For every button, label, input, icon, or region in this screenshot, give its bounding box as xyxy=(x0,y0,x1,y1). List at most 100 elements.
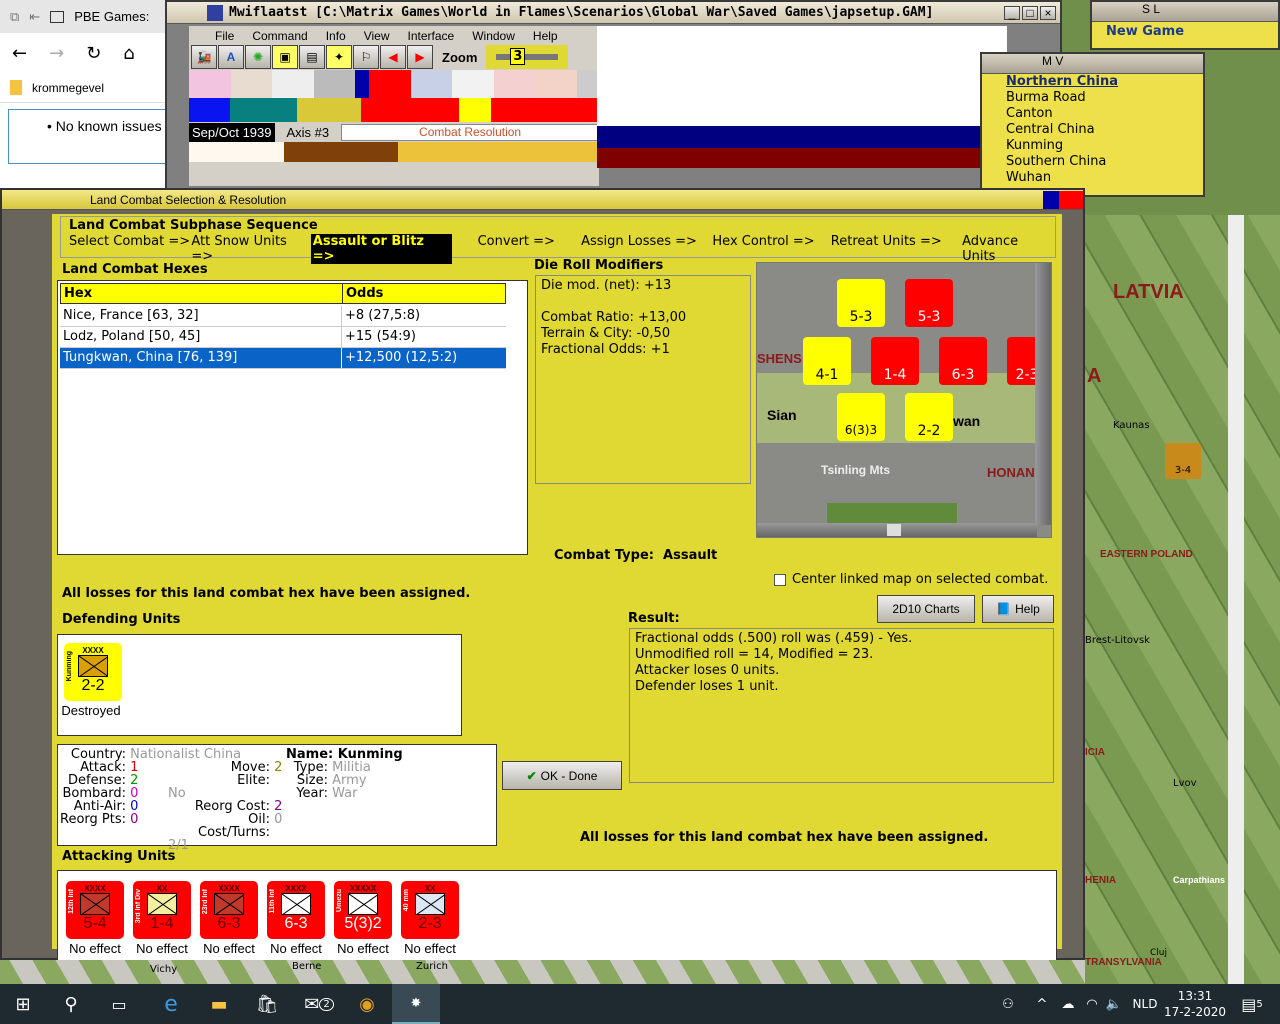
map-counter[interactable]: 3-4 xyxy=(1165,443,1201,479)
menu-file[interactable]: File xyxy=(215,29,234,44)
map-label: LATVIA xyxy=(1113,281,1184,303)
notifications-icon[interactable]: ▤ 5 xyxy=(1234,984,1270,1024)
scrollbar[interactable] xyxy=(1228,215,1244,985)
start-icon[interactable]: ⊞ xyxy=(0,984,46,1024)
col-odds[interactable]: Odds xyxy=(343,284,386,303)
charts-button[interactable]: 2D10 Charts xyxy=(877,595,975,623)
font-icon[interactable]: A xyxy=(218,45,244,69)
people-icon[interactable]: ⚇ xyxy=(995,984,1021,1024)
language-indicator[interactable]: NLD xyxy=(1128,984,1162,1024)
back-icon[interactable]: ← xyxy=(12,43,27,64)
map-counter[interactable]: 2-2 xyxy=(905,393,953,441)
col-hex[interactable]: Hex xyxy=(61,284,343,303)
ok-label: OK - Done xyxy=(540,768,598,783)
clock[interactable]: 13:31 17-2-2020 xyxy=(1160,984,1230,1024)
home-icon[interactable]: ⌂ xyxy=(123,43,134,64)
table-row[interactable]: Nice, France [63, 32] +8 (27,5:8) xyxy=(60,306,506,327)
attacker-counter[interactable]: XXXX 12th Inf 5-4 xyxy=(66,881,124,939)
back-tab-icon[interactable]: ⇤ xyxy=(29,9,40,25)
menu-interface[interactable]: Interface xyxy=(408,29,455,44)
tabs-icon[interactable]: ⧉ xyxy=(10,9,19,25)
counter-icon[interactable]: ▣ xyxy=(272,45,298,69)
table-row-selected[interactable]: Tungkwan, China [76, 139] +12,500 (12,5:2… xyxy=(60,348,506,369)
defender-counter[interactable]: XXXX Kunming 2-2 xyxy=(64,643,122,701)
zoom-value[interactable]: 3 xyxy=(510,48,526,65)
attacker-counter[interactable]: XXXX 11th Inf 6-3 xyxy=(267,881,325,939)
attacker-counter[interactable]: XXXXX Umezu 5(3)2 xyxy=(334,881,392,939)
arrow-right-icon[interactable]: ▶ xyxy=(407,45,433,69)
map-strip[interactable]: Vichy Berne Zurich xyxy=(0,960,1085,984)
losses-message: All losses for this land combat hex have… xyxy=(62,586,471,601)
background-map[interactable]: LATVIA A Kaunas EASTERN POLAND Brest-Lit… xyxy=(1085,215,1280,985)
browser-window: ⧉ ⇤ PBE Games: ← → ↻ ⌂ krommegevel • No know… xyxy=(0,0,168,190)
maximize-button[interactable]: □ xyxy=(1022,5,1038,20)
map-counter[interactable]: 4-1 xyxy=(803,337,851,385)
menu-window[interactable]: Window xyxy=(472,29,515,44)
scenario-item[interactable]: Kunming xyxy=(1006,138,1203,154)
edge-icon[interactable]: e xyxy=(148,984,194,1024)
attacker-counter[interactable]: XX 40 mm 2-3 xyxy=(401,881,459,939)
drm-box: Die mod. (net): +13 Combat Ratio: +13,00… xyxy=(535,275,751,484)
zoom-label: Zoom xyxy=(442,49,478,65)
mail-icon[interactable]: ✉ 2 xyxy=(296,984,342,1024)
losses-message-2: All losses for this land combat hex have… xyxy=(580,830,989,845)
attacker-counter[interactable]: XXXX 23rd Inf 6-3 xyxy=(200,881,258,939)
map-counter[interactable]: 5-3 xyxy=(905,279,953,327)
infantry-symbol-icon xyxy=(348,893,378,915)
search-icon[interactable]: ⚲ xyxy=(48,984,94,1024)
scenario-item[interactable]: Central China xyxy=(1006,122,1203,138)
cloud-icon[interactable]: ☁ xyxy=(1056,984,1080,1024)
counter-stack-icon[interactable]: ▤ xyxy=(299,45,325,69)
menu-help[interactable]: Help xyxy=(533,29,558,44)
arrow-left-icon[interactable]: ◀ xyxy=(380,45,406,69)
scenario-item[interactable]: Northern China xyxy=(1006,74,1203,90)
menu-view[interactable]: View xyxy=(364,29,390,44)
map-counter[interactable]: 1-4 xyxy=(871,337,919,385)
game-taskbar-icon[interactable]: ✸ xyxy=(392,984,440,1024)
browser-tab[interactable]: PBE Games: xyxy=(74,9,149,24)
help-button[interactable]: 📘 Help xyxy=(982,595,1054,623)
mv-window: M V Northern China Burma Road Canton Cen… xyxy=(980,52,1205,197)
map-counter[interactable]: 5-3 xyxy=(837,279,885,327)
refresh-icon[interactable]: ↻ xyxy=(86,43,101,64)
map-vscroll[interactable] xyxy=(1035,263,1051,525)
hex-table[interactable]: Hex Odds Nice, France [63, 32] +8 (27,5:8)… xyxy=(57,280,528,555)
help-label: Help xyxy=(1015,602,1040,616)
scenario-item[interactable]: Burma Road xyxy=(1006,90,1203,106)
menu-command[interactable]: Command xyxy=(252,29,307,44)
attacker-counter[interactable]: XX 3rd Inf Div 1-4 xyxy=(133,881,191,939)
ok-done-button[interactable]: ✔ OK - Done xyxy=(502,761,622,790)
store-icon[interactable]: 🛍 xyxy=(244,984,290,1024)
scenario-item[interactable]: Southern China xyxy=(1006,154,1203,170)
combat-map[interactable]: SHENS Sian wan Tsinling Mts HONAN 5-3 5-… xyxy=(756,262,1052,538)
infantry-symbol-icon xyxy=(214,893,244,915)
map-counter[interactable]: 6-3 xyxy=(939,337,987,385)
wifi-icon[interactable]: ◠ xyxy=(1082,984,1102,1024)
show-hidden-icon[interactable]: ^ xyxy=(1032,984,1052,1024)
center-map-checkbox[interactable] xyxy=(774,573,786,586)
flag-icon[interactable]: ⚐ xyxy=(353,45,379,69)
close-button[interactable]: × xyxy=(1040,5,1056,20)
map-counter[interactable]: 6(3)3 xyxy=(837,393,885,441)
task-view-icon[interactable]: ▭ xyxy=(96,984,142,1024)
result-line: Unmodified roll = 14, Modified = 23. xyxy=(635,647,874,662)
table-row[interactable]: Lodz, Poland [50, 45] +15 (54:9) xyxy=(60,327,506,348)
train-icon[interactable]: 🚂 xyxy=(191,45,217,69)
unit-strength: 5-4 xyxy=(83,915,107,932)
chrome-icon[interactable]: ◉ xyxy=(344,984,390,1024)
bookmark[interactable]: krommegevel xyxy=(32,81,104,95)
bulb-icon[interactable]: ✦ xyxy=(326,45,352,69)
explorer-icon[interactable]: ▬ xyxy=(196,984,242,1024)
minimize-button[interactable]: _ xyxy=(1004,5,1020,20)
scenario-item[interactable]: Canton xyxy=(1006,106,1203,122)
new-game-item[interactable]: New Game xyxy=(1092,22,1278,41)
color-bar xyxy=(189,98,599,122)
map-hscroll[interactable] xyxy=(757,523,1037,537)
gear-icon[interactable]: ✺ xyxy=(245,45,271,69)
scenario-item[interactable]: Wuhan xyxy=(1006,170,1203,186)
zoom-slider[interactable]: 3 xyxy=(486,45,569,69)
menu-info[interactable]: Info xyxy=(326,29,346,44)
nation-flags[interactable] xyxy=(189,70,600,98)
forward-icon[interactable]: → xyxy=(49,43,64,64)
volume-icon[interactable]: 🔈 xyxy=(1104,984,1124,1024)
